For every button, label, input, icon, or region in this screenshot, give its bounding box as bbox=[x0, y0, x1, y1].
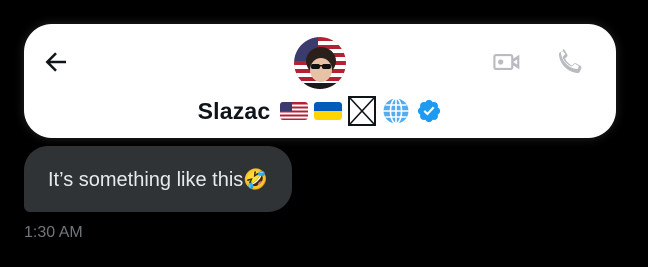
back-button[interactable] bbox=[38, 44, 74, 80]
message-timestamp: 1:30 AM bbox=[24, 224, 83, 241]
missing-glyph-box bbox=[348, 96, 377, 126]
message-text: It’s something like this🤣 bbox=[48, 168, 269, 191]
avatar[interactable] bbox=[294, 37, 346, 89]
message-bubble[interactable]: It’s something like this🤣 bbox=[24, 146, 293, 212]
globe-emoji bbox=[383, 97, 409, 125]
verified-badge-icon bbox=[418, 99, 441, 123]
conversation-view: Slazac It’s something like this🤣 1:30 AM bbox=[0, 0, 648, 267]
video-call-button[interactable] bbox=[490, 44, 526, 80]
ukraine-flag-emoji bbox=[314, 102, 343, 120]
arrow-left-icon bbox=[45, 52, 66, 72]
phone-icon bbox=[558, 49, 582, 74]
voice-call-button[interactable] bbox=[552, 44, 588, 80]
video-camera-icon bbox=[493, 54, 520, 70]
conversation-header: Slazac bbox=[24, 24, 616, 138]
us-flag-emoji bbox=[280, 102, 309, 120]
display-name[interactable]: Slazac bbox=[198, 98, 271, 125]
name-row[interactable]: Slazac bbox=[24, 94, 616, 128]
